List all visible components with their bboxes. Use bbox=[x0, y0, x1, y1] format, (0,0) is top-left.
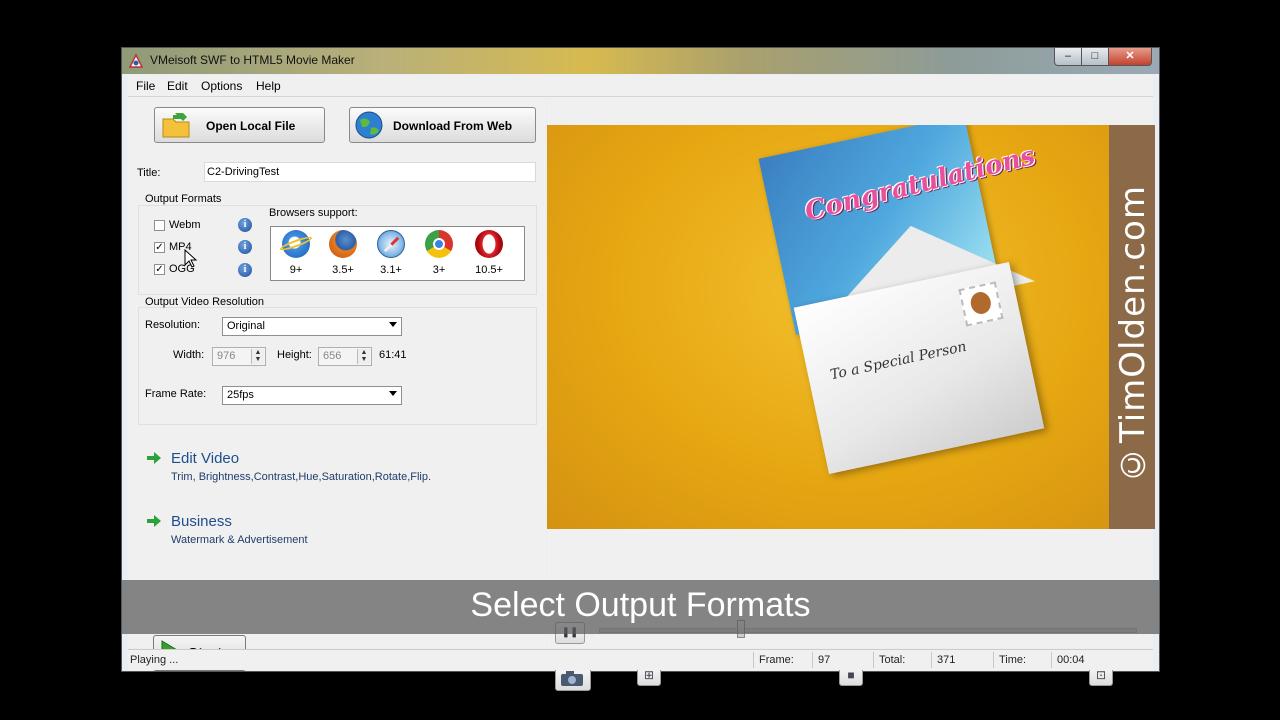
safari-icon bbox=[377, 230, 405, 258]
download-from-web-button[interactable]: Download From Web bbox=[349, 107, 536, 143]
stepper-arrows-icon[interactable]: ▲ ▼ bbox=[251, 349, 264, 364]
folder-icon bbox=[162, 113, 190, 138]
mp4-info-icon[interactable]: i bbox=[238, 240, 252, 254]
frame-label: Frame: bbox=[759, 654, 794, 666]
settings-panel: Open Local File Download From Web Title:… bbox=[128, 97, 546, 671]
teddy-bear-icon bbox=[968, 290, 993, 316]
status-separator bbox=[812, 652, 813, 668]
app-window: VMeisoft SWF to HTML5 Movie Maker – □ ✕ … bbox=[121, 47, 1160, 691]
frame-rate-select[interactable]: 25fps bbox=[222, 386, 402, 405]
time-value: 00:04 bbox=[1057, 654, 1085, 666]
total-value: 371 bbox=[937, 654, 956, 666]
output-resolution-legend: Output Video Resolution bbox=[145, 296, 265, 308]
close-button[interactable]: ✕ bbox=[1108, 48, 1152, 66]
frame-rate-value: 25fps bbox=[227, 389, 254, 401]
opera-version: 10.5+ bbox=[475, 264, 503, 276]
status-separator bbox=[931, 652, 932, 668]
ie-version: 9+ bbox=[289, 264, 303, 276]
caption-text: Select Output Formats bbox=[470, 586, 811, 624]
resolution-label: Resolution: bbox=[145, 319, 201, 331]
ogg-checkbox[interactable]: ✓ bbox=[154, 264, 165, 275]
status-separator bbox=[873, 652, 874, 668]
time-label: Time: bbox=[999, 654, 1027, 666]
mp4-checkbox[interactable]: ✓ bbox=[154, 242, 165, 253]
browsers-support-box: 9+ 3.5+ 3.1+ 3+ 10.5+ bbox=[270, 226, 525, 281]
edit-video-link[interactable]: Edit Video bbox=[171, 450, 239, 467]
height-stepper[interactable]: 656 ▲ ▼ bbox=[318, 347, 372, 366]
opera-icon bbox=[475, 230, 503, 258]
video-preview[interactable]: Congratulations To a Special Person ©Tim… bbox=[547, 125, 1155, 529]
status-separator bbox=[1051, 652, 1052, 668]
aspect-ratio: 61:41 bbox=[379, 349, 407, 361]
maximize-button[interactable]: □ bbox=[1081, 48, 1109, 66]
width-value: 976 bbox=[217, 350, 236, 362]
ogg-info-icon[interactable]: i bbox=[238, 263, 252, 277]
webm-label: Webm bbox=[169, 219, 201, 231]
menu-file[interactable]: File bbox=[136, 79, 155, 93]
status-bar: Playing ... Frame: 97 Total: 371 Time: 0… bbox=[128, 649, 1153, 670]
firefox-version: 3.5+ bbox=[332, 264, 354, 276]
firefox-icon bbox=[329, 230, 357, 258]
preview-panel: Congratulations To a Special Person ©Tim… bbox=[547, 97, 1155, 691]
chrome-icon bbox=[425, 230, 453, 258]
edit-video-description: Trim, Brightness,Contrast,Hue,Saturation… bbox=[171, 471, 432, 483]
title-bar[interactable]: VMeisoft SWF to HTML5 Movie Maker – □ ✕ bbox=[122, 48, 1159, 74]
height-label: Height: bbox=[277, 349, 312, 361]
open-local-file-button[interactable]: Open Local File bbox=[154, 107, 325, 143]
window-title: VMeisoft SWF to HTML5 Movie Maker bbox=[150, 53, 355, 67]
open-local-file-label: Open Local File bbox=[206, 119, 296, 133]
business-description: Watermark & Advertisement bbox=[171, 534, 308, 546]
title-input[interactable]: C2-DrivingTest bbox=[204, 162, 536, 182]
app-logo-icon bbox=[128, 53, 144, 69]
browsers-support-label: Browsers support: bbox=[269, 207, 358, 219]
height-value: 656 bbox=[323, 350, 342, 362]
business-arrow-icon bbox=[147, 515, 161, 527]
status-separator bbox=[993, 652, 994, 668]
chrome-version: 3+ bbox=[432, 264, 446, 276]
webm-checkbox[interactable] bbox=[154, 220, 165, 231]
menu-bar: File Edit Options Help bbox=[128, 75, 1153, 97]
title-label: Title: bbox=[137, 167, 161, 179]
camera-icon bbox=[561, 671, 583, 686]
resolution-value: Original bbox=[227, 320, 265, 332]
chevron-down-icon bbox=[389, 391, 397, 396]
minimize-button[interactable]: – bbox=[1054, 48, 1082, 66]
status-text: Playing ... bbox=[130, 654, 179, 666]
output-formats-legend: Output Formats bbox=[145, 193, 222, 205]
status-separator bbox=[753, 652, 754, 668]
frame-rate-label: Frame Rate: bbox=[145, 388, 207, 400]
download-from-web-label: Download From Web bbox=[393, 119, 513, 133]
menu-edit[interactable]: Edit bbox=[167, 79, 188, 93]
watermark-text: ©TimOlden.com bbox=[1113, 185, 1153, 485]
chevron-down-icon bbox=[389, 322, 397, 327]
internet-explorer-icon bbox=[278, 230, 314, 258]
stepper-arrows-icon[interactable]: ▲ ▼ bbox=[357, 349, 370, 364]
teddy-bear-stamp bbox=[958, 281, 1004, 327]
menu-options[interactable]: Options bbox=[201, 79, 242, 93]
width-label: Width: bbox=[173, 349, 205, 361]
edit-video-arrow-icon bbox=[147, 452, 161, 464]
resolution-select[interactable]: Original bbox=[222, 317, 402, 336]
globe-icon bbox=[355, 111, 383, 139]
menu-help[interactable]: Help bbox=[256, 79, 281, 93]
safari-version: 3.1+ bbox=[380, 264, 402, 276]
frame-value: 97 bbox=[818, 654, 831, 666]
mouse-cursor-icon bbox=[184, 249, 198, 268]
webm-info-icon[interactable]: i bbox=[238, 218, 252, 232]
width-stepper[interactable]: 976 ▲ ▼ bbox=[212, 347, 266, 366]
business-link[interactable]: Business bbox=[171, 513, 232, 530]
caption-overlay: Select Output Formats bbox=[121, 580, 1160, 634]
total-label: Total: bbox=[879, 654, 906, 666]
